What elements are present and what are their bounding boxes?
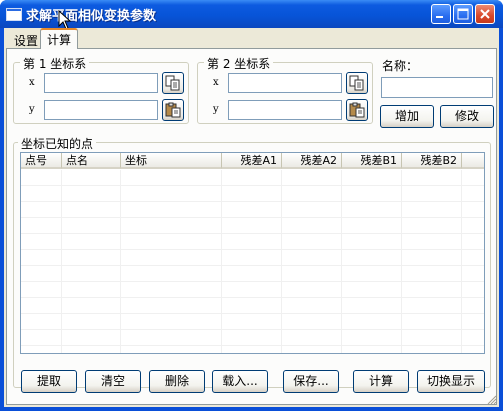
extract-button[interactable]: 提取	[21, 370, 77, 393]
grid-line	[221, 170, 222, 353]
app-window-icon	[6, 8, 22, 21]
grid-line	[21, 265, 484, 266]
grid-line	[401, 170, 402, 353]
points-list-grid	[21, 170, 484, 353]
system1-legend: 第 1 坐标系	[20, 55, 90, 72]
delete-button[interactable]: 删除	[149, 370, 205, 393]
grid-line	[21, 233, 484, 234]
points-list[interactable]: 点号 点名 坐标 残差A1 残差A2 残差B1 残差B2	[20, 152, 485, 354]
load-button[interactable]: 载入...	[212, 370, 268, 393]
grid-line	[461, 170, 462, 353]
close-button[interactable]	[475, 4, 495, 24]
system2-x-label: x	[213, 77, 219, 88]
compute-button[interactable]: 计算	[353, 370, 409, 393]
name-label: 名称：	[382, 59, 419, 73]
paste-icon	[165, 102, 181, 118]
tab-settings[interactable]: 设置	[8, 31, 44, 48]
window-title: 求解平面相似变换参数	[26, 9, 157, 24]
clear-button[interactable]: 清空	[85, 370, 141, 393]
grid-line	[341, 170, 342, 353]
minimize-button[interactable]	[431, 4, 451, 24]
system1-paste-button[interactable]	[162, 99, 184, 121]
system2-copy-button[interactable]	[346, 72, 368, 94]
grid-line	[21, 329, 484, 330]
maximize-icon	[457, 8, 469, 20]
grid-line	[21, 201, 484, 202]
grid-line	[21, 313, 484, 314]
column-header-point-name[interactable]: 点名	[62, 153, 121, 169]
minimize-icon	[436, 16, 443, 18]
column-header-residual-a2[interactable]: 残差A2	[282, 153, 342, 169]
system1-x-label: x	[29, 77, 35, 88]
toggle-display-button[interactable]: 切换显示	[417, 370, 485, 393]
column-header-residual-b2[interactable]: 残差B2	[402, 153, 462, 169]
system1-x-field[interactable]	[44, 73, 158, 93]
system1-copy-button[interactable]	[162, 72, 184, 94]
column-header-residual-a1[interactable]: 残差A1	[222, 153, 282, 169]
system2-paste-button[interactable]	[346, 99, 368, 121]
column-header-residual-b1[interactable]: 残差B1	[342, 153, 402, 169]
column-header-coordinate[interactable]: 坐标	[121, 153, 222, 169]
add-button[interactable]: 增加	[380, 105, 434, 128]
system1-y-label: y	[29, 104, 35, 115]
system2-x-field[interactable]	[228, 73, 342, 93]
tab-strip: 设置 计算	[4, 28, 499, 49]
system2-legend: 第 2 坐标系	[204, 55, 274, 72]
modify-button[interactable]: 修改	[440, 105, 494, 128]
system2-y-label: y	[213, 104, 219, 115]
dialog-client-area: 设置 计算 第 1 坐标系 x y 第 2 坐标系 x y 名称： 增加 修改 …	[4, 28, 499, 407]
column-header-filler	[462, 153, 484, 169]
save-button[interactable]: 保存...	[283, 370, 339, 393]
points-list-header: 点号 点名 坐标 残差A1 残差A2 残差B1 残差B2	[21, 153, 484, 170]
tab-page-compute: 第 1 坐标系 x y 第 2 坐标系 x y 名称： 增加 修改 坐标已知的点…	[6, 48, 497, 405]
grid-line	[61, 170, 62, 353]
column-header-point-no[interactable]: 点号	[21, 153, 62, 169]
name-field[interactable]	[381, 77, 493, 98]
resize-grip-icon[interactable]	[487, 395, 497, 405]
paste-icon	[349, 102, 365, 118]
grid-line	[21, 281, 484, 282]
maximize-button[interactable]	[453, 4, 473, 24]
grid-line	[21, 217, 484, 218]
grid-line	[21, 249, 484, 250]
system1-y-field[interactable]	[44, 100, 158, 120]
known-points-legend: 坐标已知的点	[18, 135, 97, 152]
title-bar[interactable]: 求解平面相似变换参数	[0, 0, 503, 30]
copy-icon	[349, 75, 364, 91]
app-window: 求解平面相似变换参数 设置 计算 第 1 坐标系 x y 第 2 坐标系 x y…	[0, 0, 503, 411]
system2-y-field[interactable]	[228, 100, 342, 120]
tab-compute[interactable]: 计算	[40, 28, 79, 49]
mouse-pointer-icon	[58, 10, 72, 30]
grid-line	[120, 170, 121, 353]
system1-group: 第 1 坐标系 x y	[13, 55, 189, 124]
grid-line	[21, 297, 484, 298]
grid-line	[21, 345, 484, 346]
copy-icon	[165, 75, 180, 91]
close-icon	[480, 9, 490, 19]
grid-line	[281, 170, 282, 353]
grid-line	[21, 185, 484, 186]
system2-group: 第 2 坐标系 x y	[197, 55, 373, 124]
